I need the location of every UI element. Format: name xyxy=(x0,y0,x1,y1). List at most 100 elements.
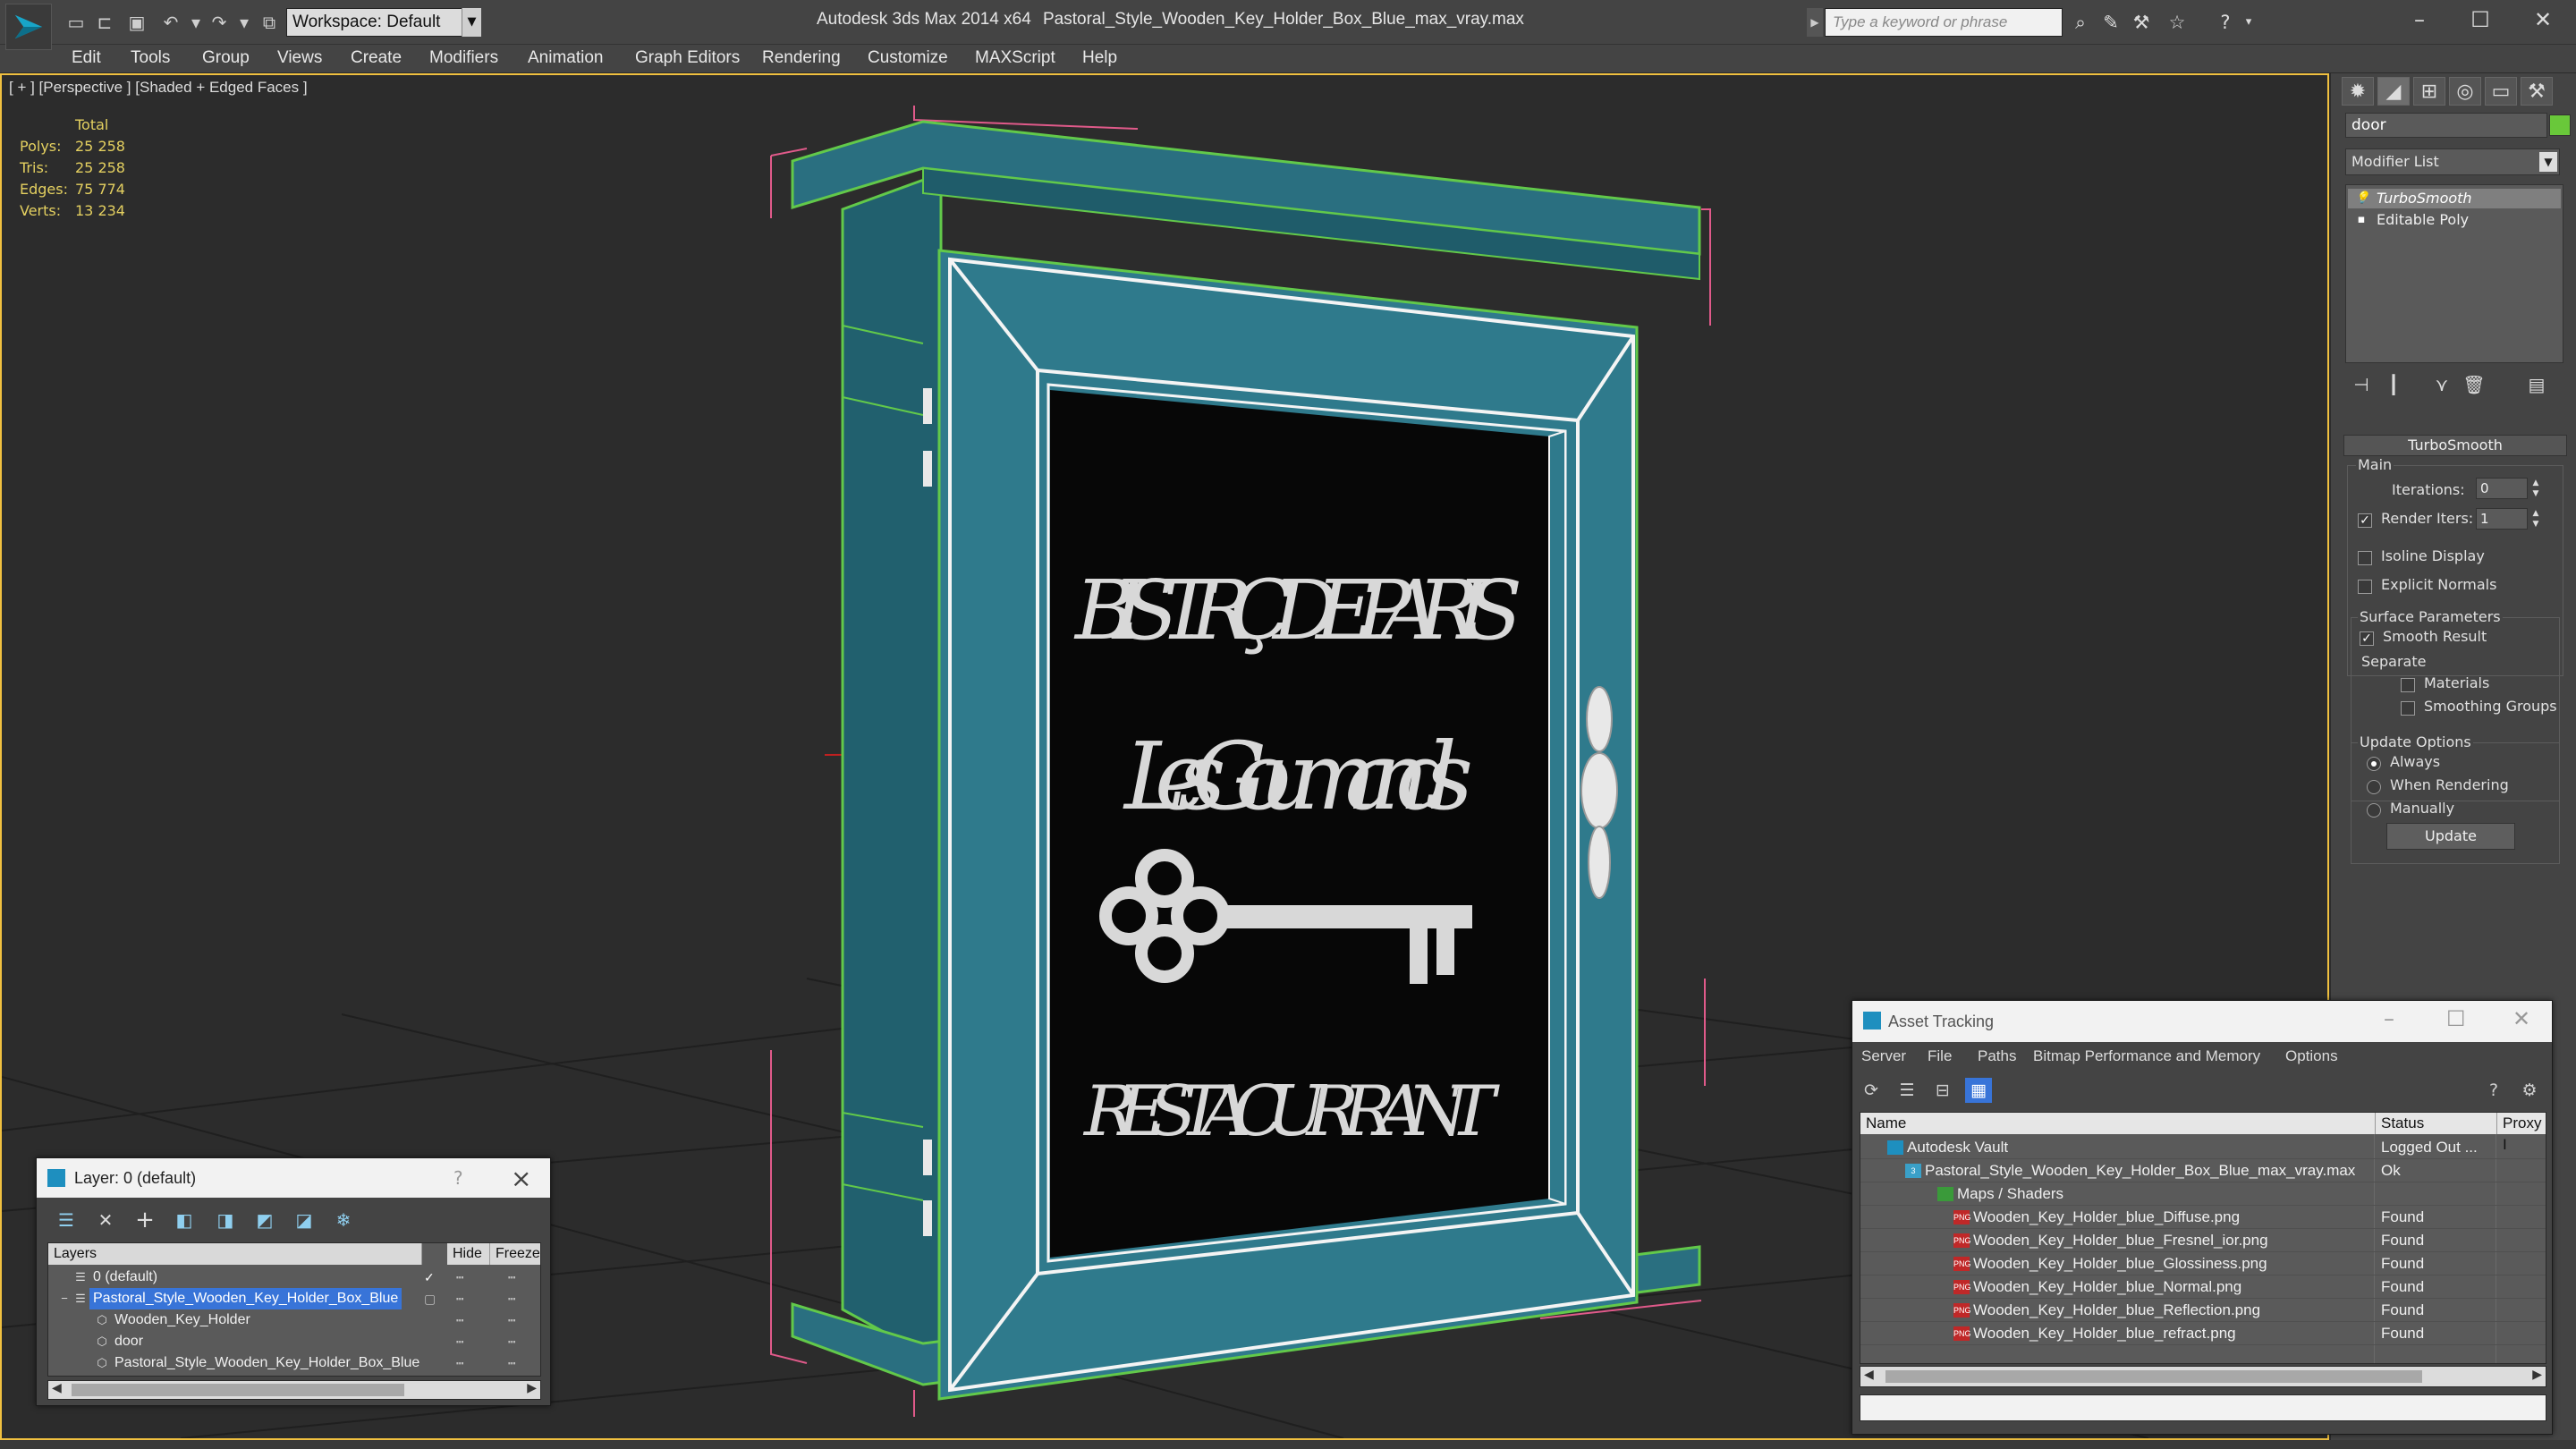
hierarchy-tab-icon[interactable]: ⊞ xyxy=(2413,77,2445,106)
layer-dialog-titlebar[interactable]: Layer: 0 (default) ? × xyxy=(37,1158,550,1198)
redo-icon[interactable]: ↷ xyxy=(208,11,231,34)
menu-help[interactable]: Help xyxy=(1082,48,1117,68)
undo-dropdown-icon[interactable]: ▾ xyxy=(184,11,208,34)
expand-plus-icon[interactable]: ▪ xyxy=(2355,214,2368,226)
asset-row[interactable]: Maps / Shaders xyxy=(1860,1182,2546,1206)
layer-settings-icon[interactable]: ☰ xyxy=(53,1207,80,1233)
column-name[interactable]: Name xyxy=(1860,1113,2376,1134)
refresh-icon[interactable]: ⟳ xyxy=(1858,1078,1885,1103)
layer-row[interactable]: ⬡ door ┅ ┅ xyxy=(48,1331,540,1352)
layer-row[interactable]: ⬡ Pastoral_Style_Wooden_Key_Holder_Box_B… xyxy=(48,1352,540,1374)
minimize-icon[interactable]: – xyxy=(2384,1006,2394,1031)
asset-row[interactable]: Autodesk Vault Logged Out ... xyxy=(1860,1136,2546,1159)
new-file-icon[interactable]: ▭ xyxy=(64,11,88,34)
open-file-icon[interactable]: ⊏ xyxy=(93,11,116,34)
horizontal-scrollbar[interactable]: ◀ ▶ xyxy=(47,1380,541,1400)
explicit-normals-checkbox[interactable] xyxy=(2358,580,2372,594)
scrollbar-thumb[interactable] xyxy=(72,1384,404,1396)
stack-item-editable-poly[interactable]: ▪ Editable Poly xyxy=(2348,210,2561,230)
smoothing-groups-checkbox[interactable] xyxy=(2401,701,2415,716)
menu-edit[interactable]: Edit xyxy=(72,48,101,68)
help-button[interactable]: ? xyxy=(453,1167,463,1189)
modifier-list-dropdown[interactable]: Modifier List ▼ xyxy=(2345,148,2560,175)
list-view-icon[interactable]: ☰ xyxy=(1894,1078,1920,1103)
show-end-result-icon[interactable]: ┃ xyxy=(2381,372,2406,397)
asset-row[interactable]: PNG Wooden_Key_Holder_blue_Glossiness.pn… xyxy=(1860,1252,2546,1275)
help-dropdown-icon[interactable]: ▾ xyxy=(2236,11,2261,34)
hide-toggle[interactable]: ┅ xyxy=(456,1267,463,1288)
freeze-toggle[interactable]: ┅ xyxy=(508,1267,515,1288)
freeze-toggle[interactable]: ┅ xyxy=(508,1288,515,1309)
hide-toggle[interactable]: ┅ xyxy=(456,1309,463,1331)
scroll-right-icon[interactable]: ▶ xyxy=(2532,1368,2542,1382)
vault-help-icon[interactable]: ? xyxy=(2480,1078,2507,1103)
scroll-left-icon[interactable]: ◀ xyxy=(1864,1368,1874,1382)
lightbulb-icon[interactable]: 💡 xyxy=(2355,192,2369,205)
collapse-icon[interactable]: − xyxy=(57,1292,72,1306)
layer-row[interactable]: ☰ 0 (default) ✓ ┅ ┅ xyxy=(48,1267,540,1288)
search-expand-icon[interactable]: ▶ xyxy=(1807,8,1823,37)
hide-toggle[interactable]: ┅ xyxy=(456,1288,463,1309)
make-unique-icon[interactable]: ⋎ xyxy=(2429,372,2454,397)
asset-table[interactable]: Name Status Proxy I Autodesk Vault Logge… xyxy=(1860,1112,2546,1364)
configure-modifier-sets-icon[interactable]: ▤ xyxy=(2524,372,2549,397)
asset-row[interactable]: PNG Wooden_Key_Holder_blue_Reflection.pn… xyxy=(1860,1299,2546,1322)
layer-row[interactable]: − ☰ Pastoral_Style_Wooden_Key_Holder_Box… xyxy=(48,1288,540,1309)
set-current-icon[interactable]: ▢ xyxy=(424,1288,436,1309)
menu-maxscript[interactable]: MAXScript xyxy=(975,48,1055,68)
delete-layer-icon[interactable]: ✕ xyxy=(92,1207,119,1233)
menu-bitmap-performance[interactable]: Bitmap Performance and Memory xyxy=(2033,1047,2260,1065)
set-current-layer-icon[interactable]: ◩ xyxy=(251,1207,278,1233)
menu-modifiers[interactable]: Modifiers xyxy=(429,48,498,68)
save-file-icon[interactable]: ▣ xyxy=(125,11,148,34)
help-icon[interactable]: ? xyxy=(2213,11,2238,34)
workspace-dropdown[interactable]: Workspace: Default xyxy=(286,8,481,37)
column-layers[interactable]: Layers xyxy=(48,1243,422,1265)
close-icon[interactable]: ✕ xyxy=(2512,1006,2530,1031)
close-button[interactable]: ✕ xyxy=(2513,0,2572,39)
motion-tab-icon[interactable]: ◎ xyxy=(2449,77,2481,106)
render-iters-spinner[interactable]: 1 xyxy=(2476,508,2528,530)
add-to-layer-icon[interactable]: + xyxy=(131,1207,158,1233)
freeze-toggle[interactable]: ┅ xyxy=(508,1331,515,1352)
maximize-button[interactable]: ☐ xyxy=(2451,0,2510,39)
column-proxy[interactable]: Proxy I xyxy=(2497,1113,2546,1153)
menu-views[interactable]: Views xyxy=(277,48,322,68)
project-folder-icon[interactable]: ⧉ xyxy=(258,11,281,34)
isoline-display-checkbox[interactable] xyxy=(2358,551,2372,565)
horizontal-scrollbar[interactable]: ◀ ▶ xyxy=(1860,1366,2546,1387)
hide-toggle[interactable]: ┅ xyxy=(456,1352,463,1374)
menu-options[interactable]: Options xyxy=(2285,1047,2338,1065)
layer-row[interactable]: ⬡ Wooden_Key_Holder ┅ ┅ xyxy=(48,1309,540,1331)
materials-checkbox[interactable] xyxy=(2401,678,2415,692)
asset-row[interactable]: 3 Pastoral_Style_Wooden_Key_Holder_Box_B… xyxy=(1860,1159,2546,1182)
chevron-down-icon[interactable]: ▼ xyxy=(462,8,481,37)
menu-animation[interactable]: Animation xyxy=(528,48,604,68)
viewport-label[interactable]: [ + ] [Perspective ] [Shaded + Edged Fac… xyxy=(9,79,308,97)
scroll-left-icon[interactable]: ◀ xyxy=(52,1381,62,1395)
modify-tab-icon[interactable]: ◢ xyxy=(2377,77,2410,106)
smooth-result-checkbox[interactable]: ✓ xyxy=(2360,631,2374,646)
spinner-arrows-icon[interactable]: ▲ ▼ xyxy=(2529,478,2542,499)
remove-modifier-icon[interactable]: 🗑 xyxy=(2462,372,2487,397)
maximize-icon[interactable]: ☐ xyxy=(2446,1006,2466,1031)
subscription-icon[interactable]: ✎ xyxy=(2098,11,2123,34)
favorites-star-icon[interactable]: ☆ xyxy=(2165,11,2190,34)
binoculars-icon[interactable]: ⌕ xyxy=(2068,11,2093,34)
asset-dialog-titlebar[interactable]: Asset Tracking – ☐ ✕ xyxy=(1852,1001,2552,1042)
tree-view-icon[interactable]: ⊟ xyxy=(1929,1078,1956,1103)
scroll-right-icon[interactable]: ▶ xyxy=(527,1381,537,1395)
menu-server[interactable]: Server xyxy=(1861,1047,1906,1065)
table-view-icon[interactable]: ▦ xyxy=(1965,1078,1992,1103)
vault-settings-icon[interactable]: ⚙ xyxy=(2516,1078,2543,1103)
column-status[interactable]: Status xyxy=(2376,1113,2497,1134)
asset-row[interactable]: PNG Wooden_Key_Holder_blue_Fresnel_ior.p… xyxy=(1860,1229,2546,1252)
iterations-spinner[interactable]: 0 xyxy=(2476,478,2528,499)
scrollbar-thumb[interactable] xyxy=(1885,1370,2422,1383)
menu-create[interactable]: Create xyxy=(351,48,402,68)
update-button[interactable]: Update xyxy=(2386,823,2515,850)
hide-toggle[interactable]: ┅ xyxy=(456,1331,463,1352)
freeze-all-layers-icon[interactable]: ❄ xyxy=(330,1207,357,1233)
radio-manually[interactable] xyxy=(2367,803,2381,818)
column-freeze[interactable]: Freeze xyxy=(490,1243,540,1265)
